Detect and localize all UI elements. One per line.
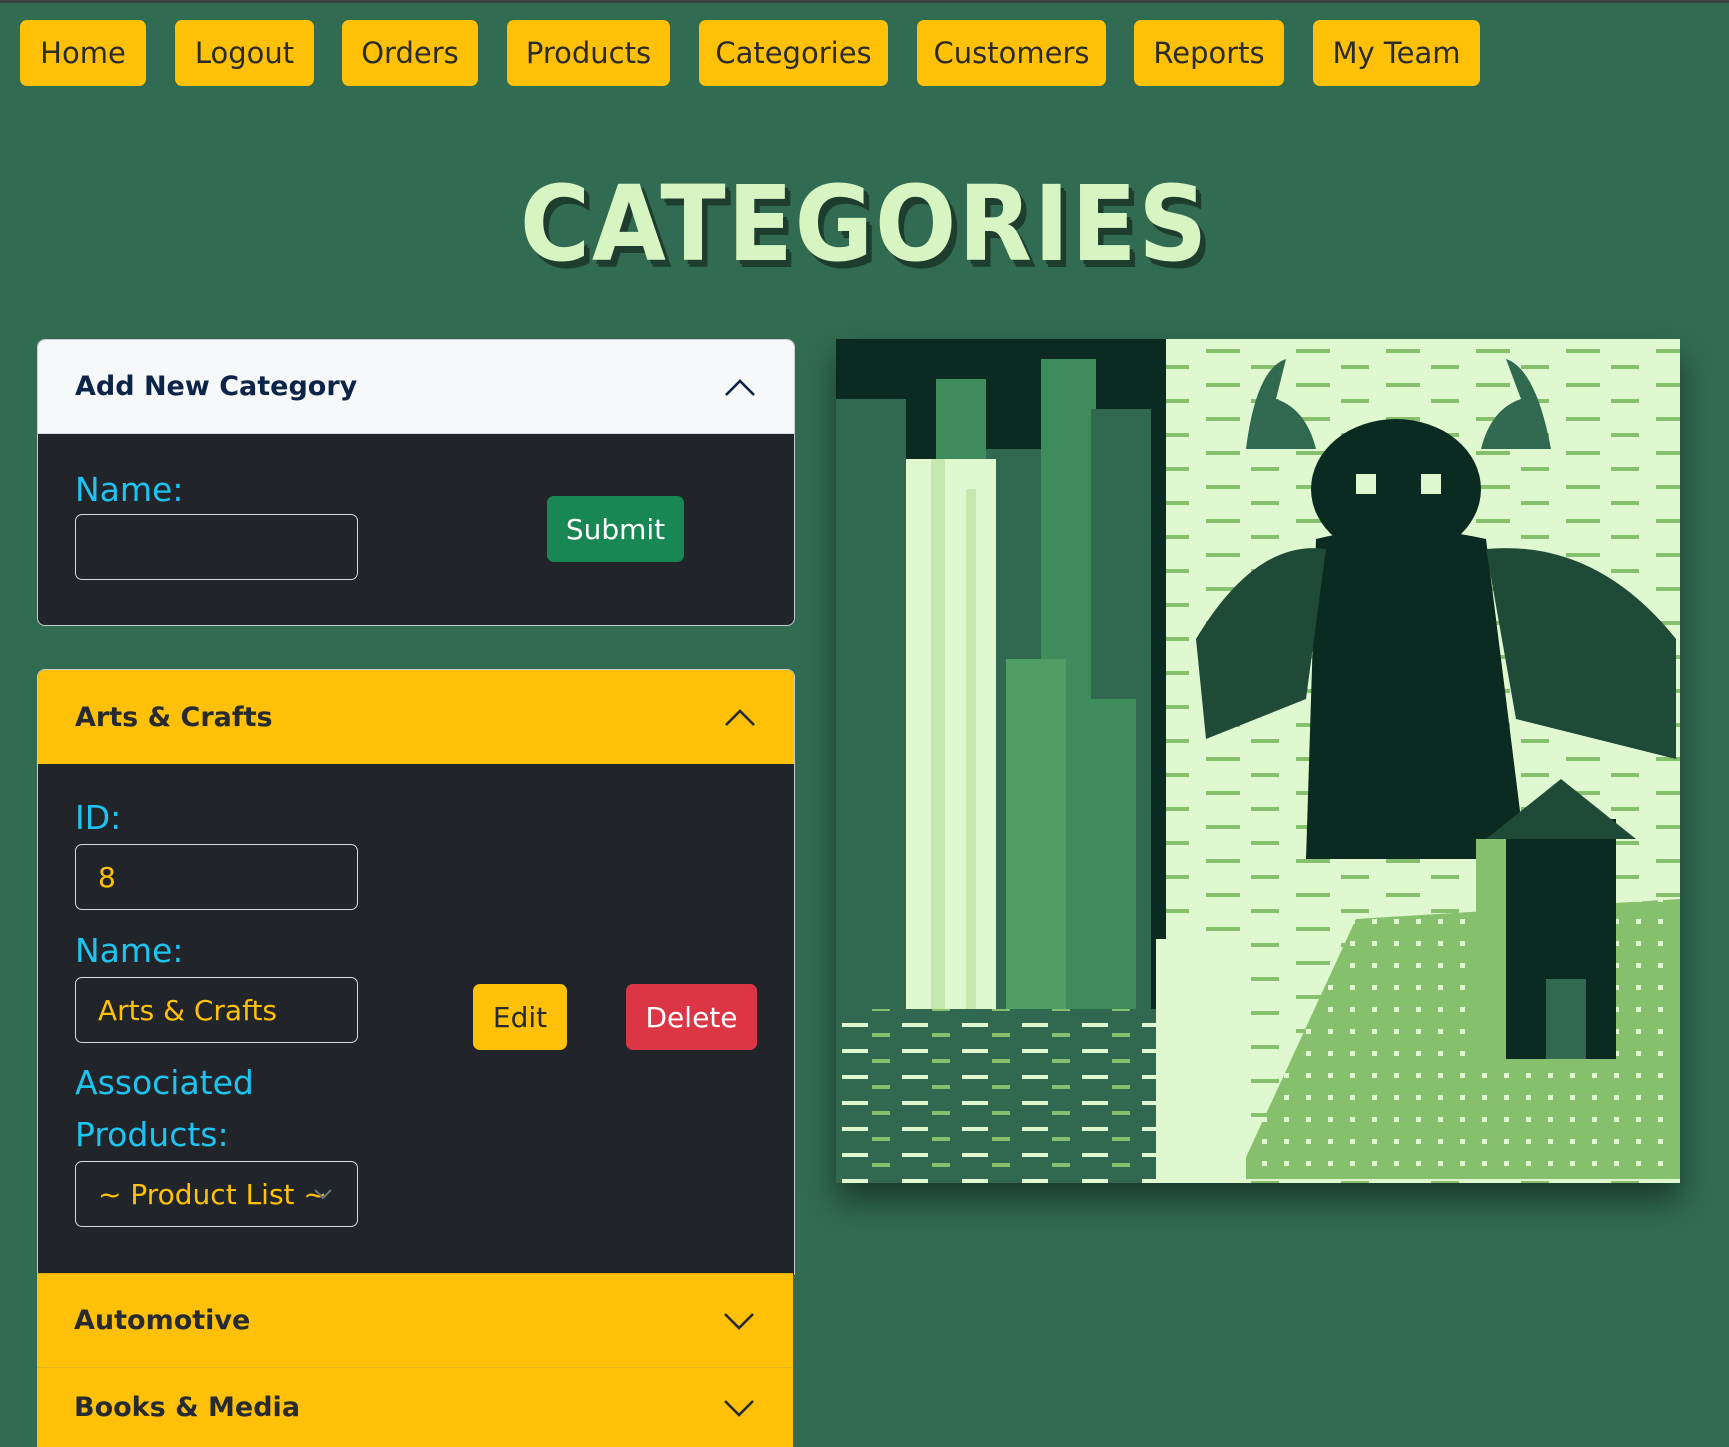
add-category-header[interactable]: Add New Category <box>38 340 794 434</box>
chevron-up-icon <box>725 378 755 396</box>
chevron-down-icon <box>314 1189 332 1200</box>
id-field[interactable]: 8 <box>75 844 358 910</box>
delete-button[interactable]: Delete <box>626 984 757 1050</box>
category-item-label: Automotive <box>74 1305 251 1336</box>
product-list-select[interactable]: ~ Product List ~ <box>75 1161 358 1227</box>
edit-button[interactable]: Edit <box>473 984 567 1050</box>
chevron-down-icon <box>724 1399 754 1417</box>
category-item-label: Books & Media <box>74 1392 301 1423</box>
nav-orders-button[interactable]: Orders <box>342 20 478 86</box>
nav-categories-button[interactable]: Categories <box>699 20 888 86</box>
page-title: CATEGORIES <box>519 163 1210 285</box>
chevron-up-icon <box>725 709 755 726</box>
category-name-label: Name: <box>75 931 184 970</box>
nav-customers-button[interactable]: Customers <box>917 20 1106 86</box>
add-name-input[interactable] <box>75 514 358 580</box>
add-category-title: Add New Category <box>75 371 358 402</box>
category-name-field[interactable]: Arts & Crafts <box>75 977 358 1043</box>
category-item-automotive[interactable]: Automotive <box>37 1273 793 1367</box>
nav-my-team-button[interactable]: My Team <box>1313 20 1480 86</box>
nav-logout-button[interactable]: Logout <box>175 20 314 86</box>
id-label: ID: <box>75 798 122 837</box>
nav-home-button[interactable]: Home <box>20 20 146 86</box>
category-title: Arts & Crafts <box>75 701 273 733</box>
pixel-art-illustration <box>836 339 1680 1183</box>
category-item-books-media[interactable]: Books & Media <box>37 1367 793 1447</box>
submit-button[interactable]: Submit <box>547 496 684 562</box>
category-panel-arts-crafts: Arts & Crafts ID: 8 Name: Arts & Crafts … <box>37 669 795 1275</box>
nav-products-button[interactable]: Products <box>507 20 670 86</box>
nav-reports-button[interactable]: Reports <box>1134 20 1284 86</box>
add-name-label: Name: <box>75 470 184 509</box>
add-category-panel: Add New Category Name: Submit <box>37 339 795 626</box>
product-list-select-value: ~ Product List ~ <box>98 1177 327 1211</box>
products-label: Products: <box>75 1115 229 1154</box>
chevron-down-icon <box>724 1312 754 1330</box>
associated-label: Associated <box>75 1063 254 1102</box>
category-header-arts-crafts[interactable]: Arts & Crafts <box>38 670 794 764</box>
